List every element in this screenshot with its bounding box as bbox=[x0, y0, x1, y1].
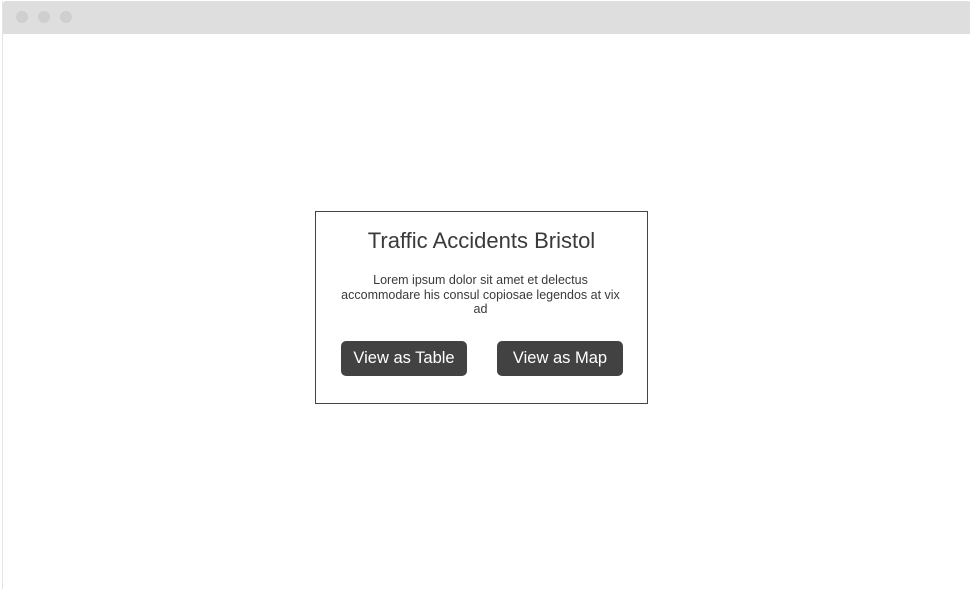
window-close-dot-icon[interactable] bbox=[16, 11, 28, 23]
view-as-table-button[interactable]: View as Table bbox=[341, 341, 467, 376]
window-maximize-dot-icon[interactable] bbox=[60, 11, 72, 23]
page-title: Traffic Accidents Bristol bbox=[367, 228, 596, 253]
card-description: Lorem ipsum dolor sit amet et delectus a… bbox=[341, 273, 620, 316]
browser-window: Traffic Accidents Bristol Lorem ipsum do… bbox=[2, 1, 970, 589]
window-minimize-dot-icon[interactable] bbox=[38, 11, 50, 23]
window-titlebar bbox=[3, 1, 970, 34]
view-as-map-button[interactable]: View as Map bbox=[497, 341, 623, 376]
intro-card: Traffic Accidents Bristol Lorem ipsum do… bbox=[315, 211, 648, 404]
